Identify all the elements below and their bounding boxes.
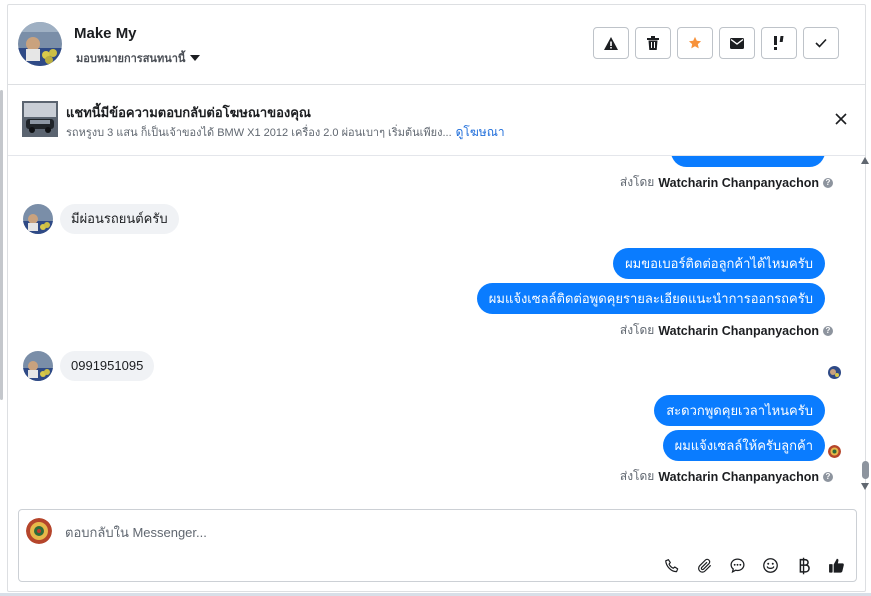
star-icon bbox=[688, 36, 702, 49]
info-icon[interactable]: ? bbox=[823, 177, 833, 188]
seen-receipt-page-avatar bbox=[828, 445, 841, 458]
follow-up-button[interactable] bbox=[761, 27, 797, 59]
ad-reply-banner: แชทนี้มีข้อความตอบกลับต่อโฆษณาของคุณ รถห… bbox=[8, 85, 865, 156]
like-button[interactable] bbox=[827, 556, 846, 575]
message-bubble-outgoing: ผมขอเบอร์ติดต่อลูกค้าได้ไหมครับ bbox=[613, 248, 825, 279]
contact-name: Make My bbox=[74, 25, 137, 42]
scrollbar-thumb[interactable] bbox=[862, 461, 869, 479]
contact-avatar[interactable] bbox=[18, 22, 62, 66]
scroll-down-arrow[interactable] bbox=[861, 483, 869, 490]
baht-icon bbox=[799, 557, 810, 574]
sent-by-row: ส่งโดย Watcharin Chanpanyachon ? bbox=[620, 321, 833, 340]
assign-label: มอบหมายการสนทนานี้ bbox=[76, 53, 186, 65]
contact-avatar-small[interactable] bbox=[23, 351, 53, 381]
sent-by-prefix: ส่งโดย bbox=[619, 469, 655, 483]
seen-receipt-avatar bbox=[828, 366, 841, 379]
conversation-actions bbox=[593, 27, 839, 59]
delete-button[interactable] bbox=[635, 27, 671, 59]
reply-input[interactable] bbox=[63, 521, 627, 543]
sent-by-prefix: ส่งโดย bbox=[619, 323, 655, 337]
warning-icon bbox=[604, 36, 618, 50]
message-bubble-outgoing-clipped bbox=[671, 156, 825, 167]
info-icon[interactable]: ? bbox=[823, 325, 833, 336]
scroll-up-arrow[interactable] bbox=[861, 157, 869, 164]
message-bubble-outgoing: สะดวกพูดคุยเวลาไหนครับ bbox=[654, 395, 825, 426]
check-icon bbox=[815, 38, 827, 48]
mark-done-button[interactable] bbox=[803, 27, 839, 59]
saved-reply-icon bbox=[730, 558, 745, 574]
report-spam-button[interactable] bbox=[593, 27, 629, 59]
info-icon[interactable]: ? bbox=[823, 471, 833, 482]
agent-name: Watcharin Chanpanyachon bbox=[658, 323, 819, 338]
payment-button[interactable] bbox=[794, 556, 813, 575]
sent-by-row: ส่งโดย Watcharin Chanpanyachon ? bbox=[620, 467, 833, 486]
page-avatar bbox=[26, 518, 52, 544]
saved-replies-button[interactable] bbox=[728, 556, 747, 575]
ad-thumbnail[interactable] bbox=[22, 101, 58, 137]
ad-description-text: รถหรูงบ 3 แสน ก็เป็นเจ้าของได้ BMW X1 20… bbox=[66, 127, 452, 139]
message-bubble-incoming: มีผ่อนรถยนต์ครับ bbox=[60, 204, 179, 234]
message-bubble-outgoing: ผมแจ้งเซลล์ติดต่อพูดคุยรายละเอียดแนะนำกา… bbox=[476, 283, 825, 314]
close-icon bbox=[835, 113, 847, 125]
reply-composer bbox=[18, 509, 857, 582]
mark-unread-button[interactable] bbox=[719, 27, 755, 59]
ad-banner-title: แชทนี้มีข้อความตอบกลับต่อโฆษณาของคุณ bbox=[66, 105, 311, 120]
attachment-icon bbox=[697, 558, 711, 573]
message-bubble-incoming: 0991951095 bbox=[60, 351, 155, 381]
message-thread[interactable]: ส่งโดย Watcharin Chanpanyachon ? มีผ่อนร… bbox=[8, 156, 865, 503]
contact-avatar-small[interactable] bbox=[23, 204, 53, 234]
trash-icon bbox=[647, 36, 659, 50]
conversation-header: Make My มอบหมายการสนทนานี้ bbox=[8, 5, 865, 85]
composer-toolbar bbox=[662, 556, 846, 575]
emoji-button[interactable] bbox=[761, 556, 780, 575]
phone-icon bbox=[664, 558, 678, 572]
agent-name: Watcharin Chanpanyachon bbox=[658, 469, 819, 484]
agent-name: Watcharin Chanpanyachon bbox=[658, 175, 819, 190]
thumbs-up-icon bbox=[829, 558, 844, 573]
emoji-icon bbox=[763, 558, 778, 573]
attach-file-button[interactable] bbox=[695, 556, 714, 575]
sent-by-prefix: ส่งโดย bbox=[619, 175, 655, 189]
message-bubble-outgoing: ผมแจ้งเซลล์ให้ครับลูกค้า bbox=[662, 430, 825, 461]
envelope-icon bbox=[730, 37, 744, 49]
star-button[interactable] bbox=[677, 27, 713, 59]
assign-conversation-dropdown[interactable]: มอบหมายการสนทนานี้ bbox=[76, 49, 201, 67]
sent-by-row: ส่งโดย Watcharin Chanpanyachon ? bbox=[620, 173, 833, 192]
ad-banner-description: รถหรูงบ 3 แสน ก็เป็นเจ้าของได้ BMW X1 20… bbox=[66, 123, 505, 142]
view-ad-link[interactable]: ดูโฆษณา bbox=[456, 125, 505, 139]
close-banner-button[interactable] bbox=[833, 111, 849, 127]
exclamation-icon bbox=[774, 36, 784, 50]
conversation-panel: Make My มอบหมายการสนทนานี้ แชทนี้มีข้อคว… bbox=[7, 4, 866, 592]
caret-down-icon bbox=[190, 55, 201, 61]
call-button[interactable] bbox=[662, 556, 681, 575]
window-edge-scrollbar bbox=[0, 90, 3, 400]
